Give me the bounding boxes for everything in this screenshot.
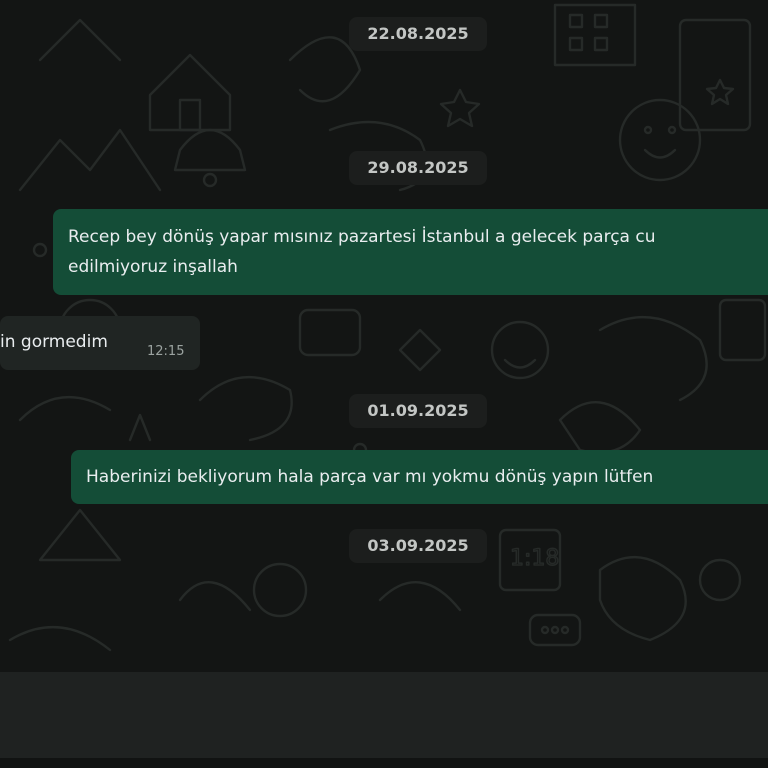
outgoing-message-bubble[interactable]: Recep bey dönüş yapar mısınız pazartesi … (53, 209, 768, 295)
message-time: 12:15 (147, 344, 185, 359)
message-composer-bar[interactable] (0, 672, 768, 768)
outgoing-message-bubble[interactable]: Haberinizi bekliyorum hala parça var mı … (71, 450, 768, 504)
date-separator: 03.09.2025 (349, 529, 487, 563)
composer-bottom-edge (0, 758, 768, 768)
svg-text:1:18: 1:18 (510, 546, 559, 571)
message-text-line: Recep bey dönüş yapar mısınız pazartesi … (68, 227, 656, 247)
message-text-line: edilmiyoruz inşallah (68, 257, 238, 277)
incoming-message-bubble[interactable]: in gormedim 12:15 (0, 316, 200, 370)
date-separator: 22.08.2025 (349, 17, 487, 51)
message-text: Haberinizi bekliyorum hala parça var mı … (86, 467, 654, 487)
date-separator: 29.08.2025 (349, 151, 487, 185)
chat-message-area[interactable]: 1:18 22.08.2025 29.08.2025 Recep bey dön… (0, 0, 768, 672)
date-separator: 01.09.2025 (349, 394, 487, 428)
